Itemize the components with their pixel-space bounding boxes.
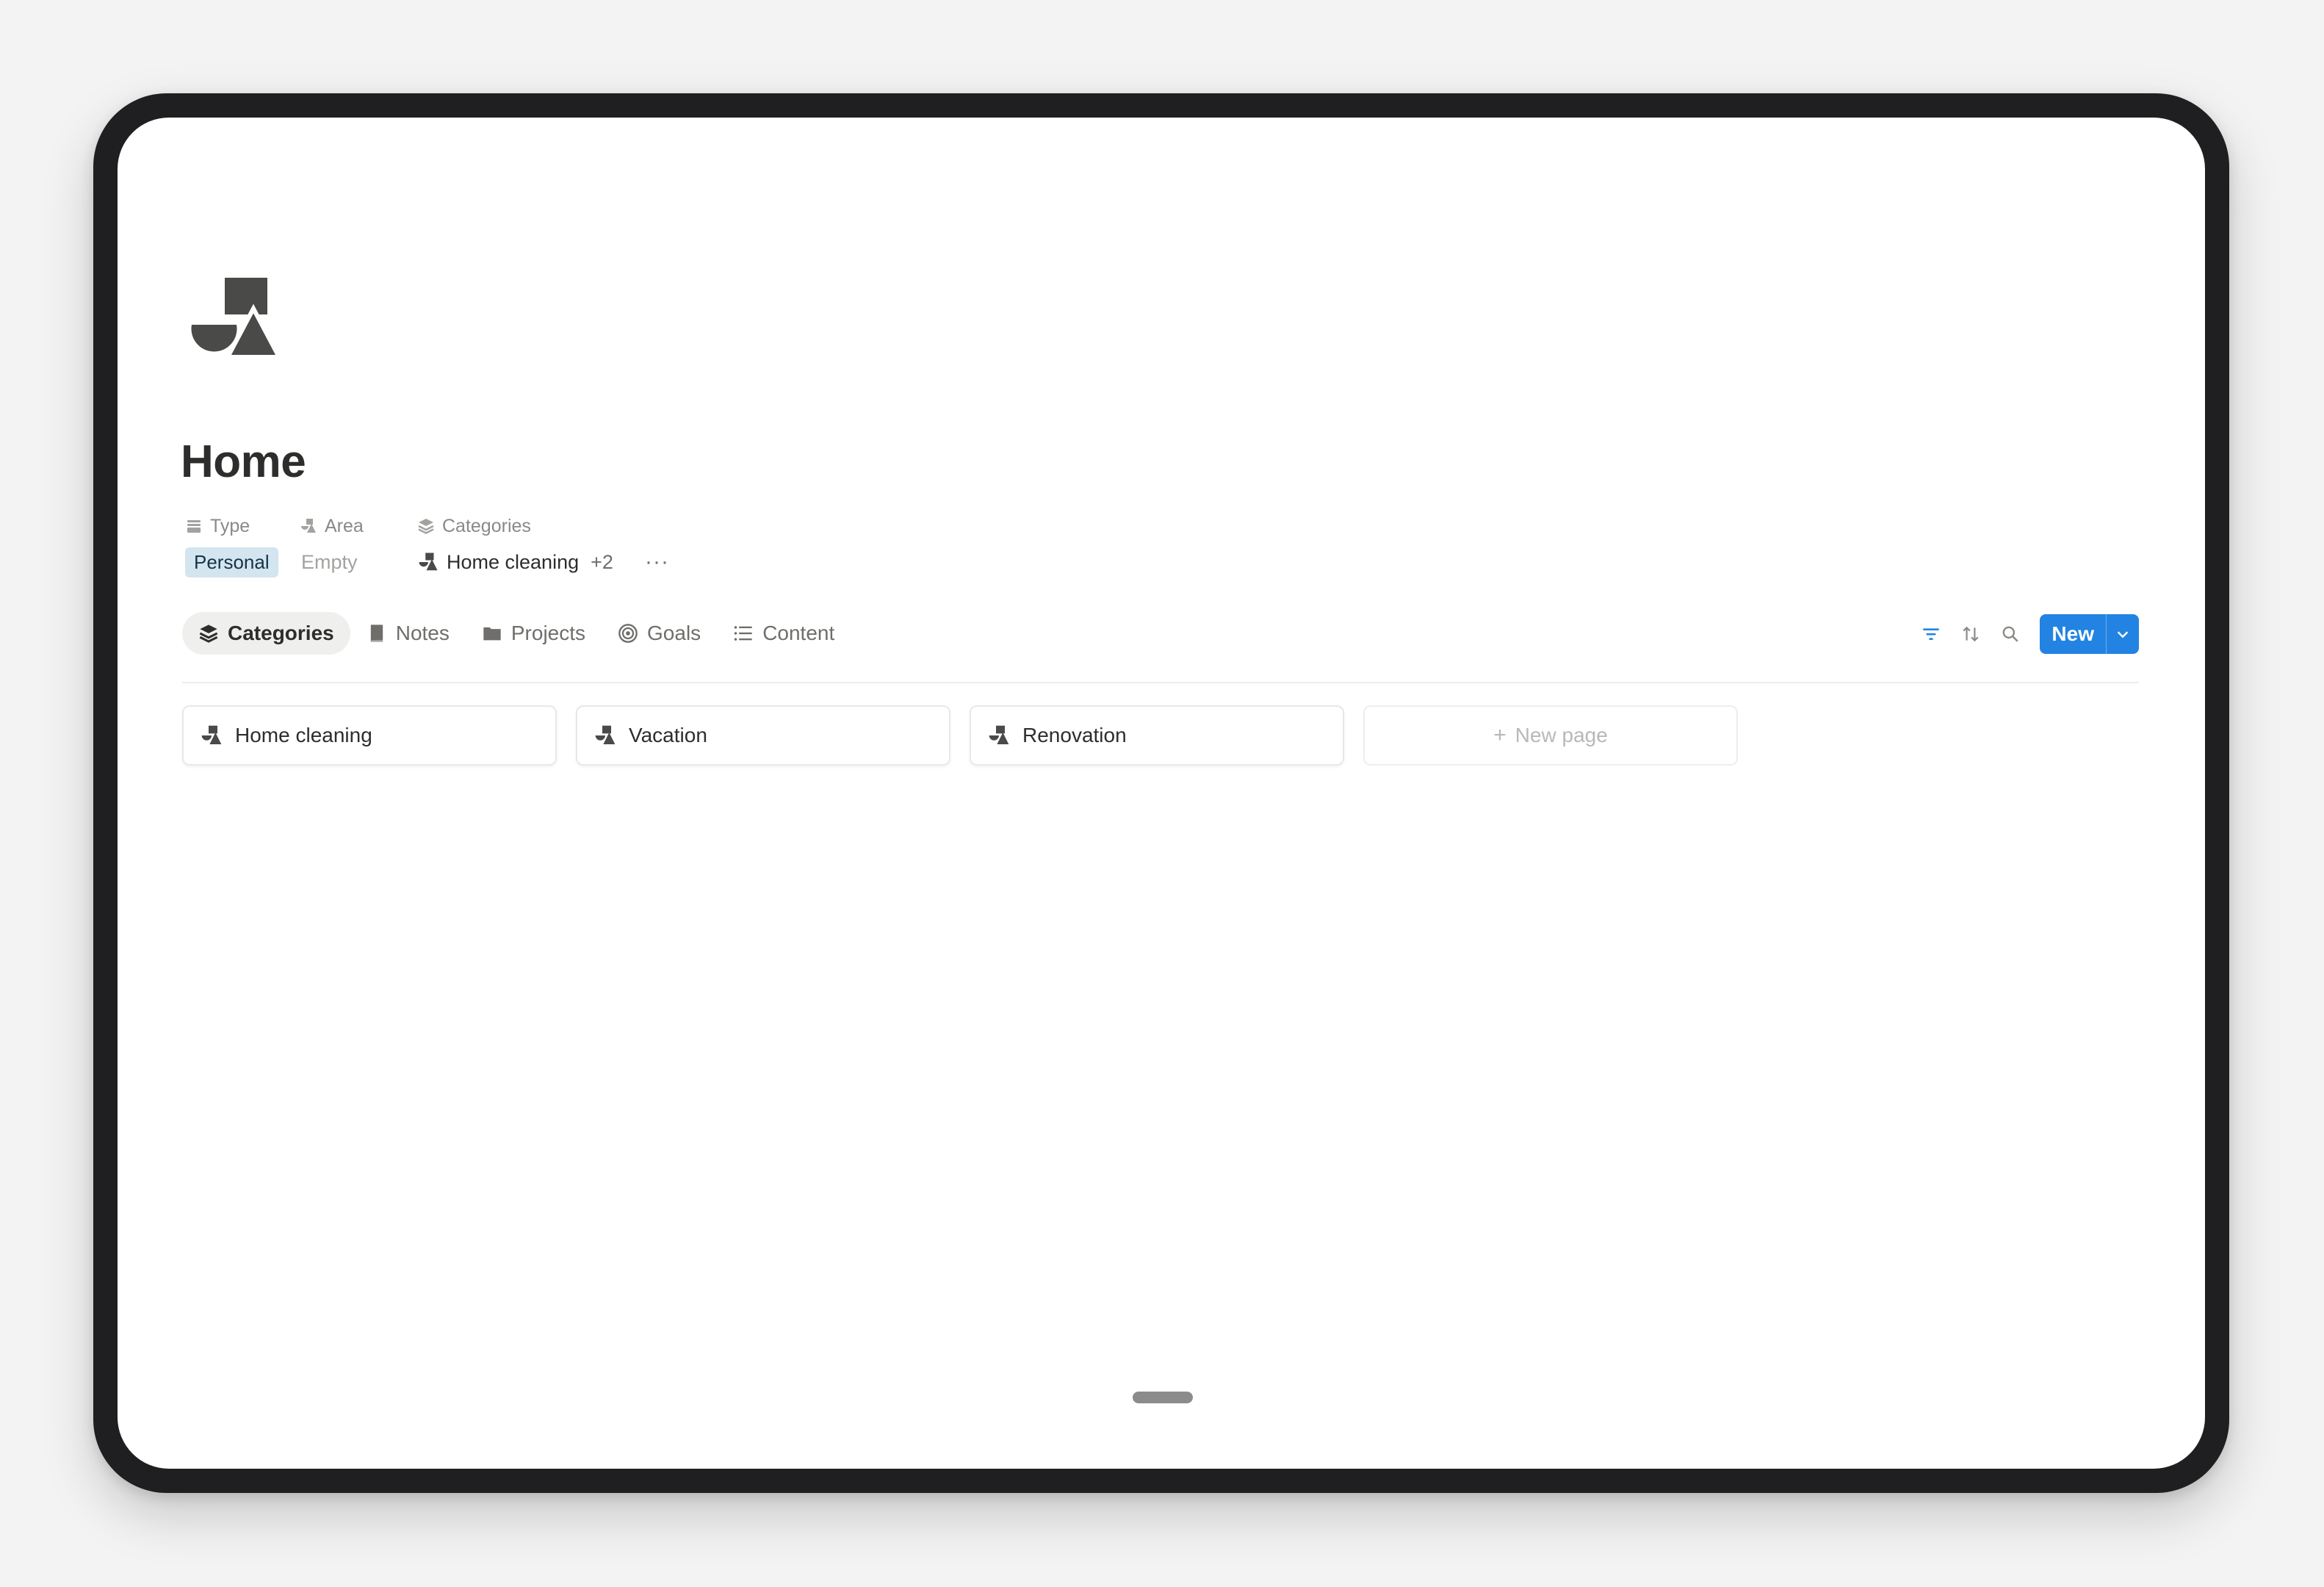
property-label: Area <box>325 515 364 536</box>
property-type-value[interactable]: Personal <box>185 546 278 578</box>
relation-link[interactable]: Home cleaning <box>447 551 579 574</box>
shapes-icon <box>201 725 222 744</box>
tablet-frame: Home Type Area Categories Personal Empty… <box>93 93 2229 1493</box>
tab-goals[interactable]: Goals <box>602 612 717 655</box>
property-area-label[interactable]: Area <box>300 511 364 541</box>
new-button[interactable]: New <box>2040 614 2139 654</box>
tag-personal[interactable]: Personal <box>185 547 278 577</box>
folder-icon <box>483 627 501 641</box>
target-icon <box>618 624 638 643</box>
page-title[interactable]: Home <box>181 436 306 488</box>
tab-notes[interactable]: Notes <box>350 612 466 655</box>
tab-label: Goals <box>647 622 701 644</box>
new-button-label[interactable]: New <box>2040 614 2107 654</box>
new-page-card[interactable]: + New page <box>1363 705 1738 766</box>
plus-icon: + <box>1493 723 1506 747</box>
view-tabs: Categories Notes Projects Goals Content <box>182 611 851 655</box>
card-title: Home cleaning <box>235 724 372 746</box>
empty-placeholder: Empty <box>301 550 358 573</box>
divider <box>182 682 2139 683</box>
search-icon[interactable] <box>2000 624 2021 644</box>
list-icon <box>734 626 752 641</box>
filter-icon[interactable] <box>1921 624 1941 644</box>
tab-content[interactable]: Content <box>717 612 851 655</box>
layers-icon <box>199 625 218 643</box>
more-horizontal-icon: ··· <box>645 550 669 574</box>
tab-label: Content <box>762 622 835 644</box>
relation-more-count[interactable]: +2 <box>591 551 613 574</box>
property-categories-label[interactable]: Categories <box>417 511 531 541</box>
type-stack-icon <box>187 520 201 533</box>
home-indicator[interactable] <box>1133 1392 1193 1403</box>
gallery-card[interactable]: Renovation <box>970 705 1344 766</box>
more-properties-button[interactable]: ··· <box>645 546 669 578</box>
shapes-icon[interactable] <box>188 278 298 366</box>
tab-categories[interactable]: Categories <box>182 612 350 655</box>
view-toolbar: New <box>1921 614 2139 654</box>
notebook-icon <box>370 625 383 642</box>
property-categories-value[interactable]: Home cleaning +2 <box>417 546 613 578</box>
property-type-label[interactable]: Type <box>185 511 250 541</box>
layers-icon <box>418 519 434 534</box>
chevron-down-icon[interactable] <box>2107 614 2139 654</box>
sort-icon[interactable] <box>1960 624 1981 644</box>
tab-label: Categories <box>228 622 334 644</box>
card-title: Renovation <box>1022 724 1127 746</box>
property-label: Type <box>210 515 250 536</box>
screen: Home Type Area Categories Personal Empty… <box>118 118 2205 1469</box>
property-label: Categories <box>442 515 531 536</box>
shapes-icon <box>301 519 316 533</box>
property-area-value[interactable]: Empty <box>301 546 358 578</box>
shapes-icon <box>989 725 1009 744</box>
tab-projects[interactable]: Projects <box>466 612 602 655</box>
tab-label: Notes <box>395 622 450 644</box>
gallery-cards: Home cleaning Vacation Renovation + New … <box>182 705 1738 766</box>
tab-label: Projects <box>510 622 586 644</box>
gallery-card[interactable]: Vacation <box>576 705 950 766</box>
new-page-label: New page <box>1515 724 1608 746</box>
shapes-icon <box>419 553 438 571</box>
gallery-card[interactable]: Home cleaning <box>182 705 557 766</box>
card-title: Vacation <box>629 724 707 746</box>
shapes-icon <box>595 725 616 744</box>
